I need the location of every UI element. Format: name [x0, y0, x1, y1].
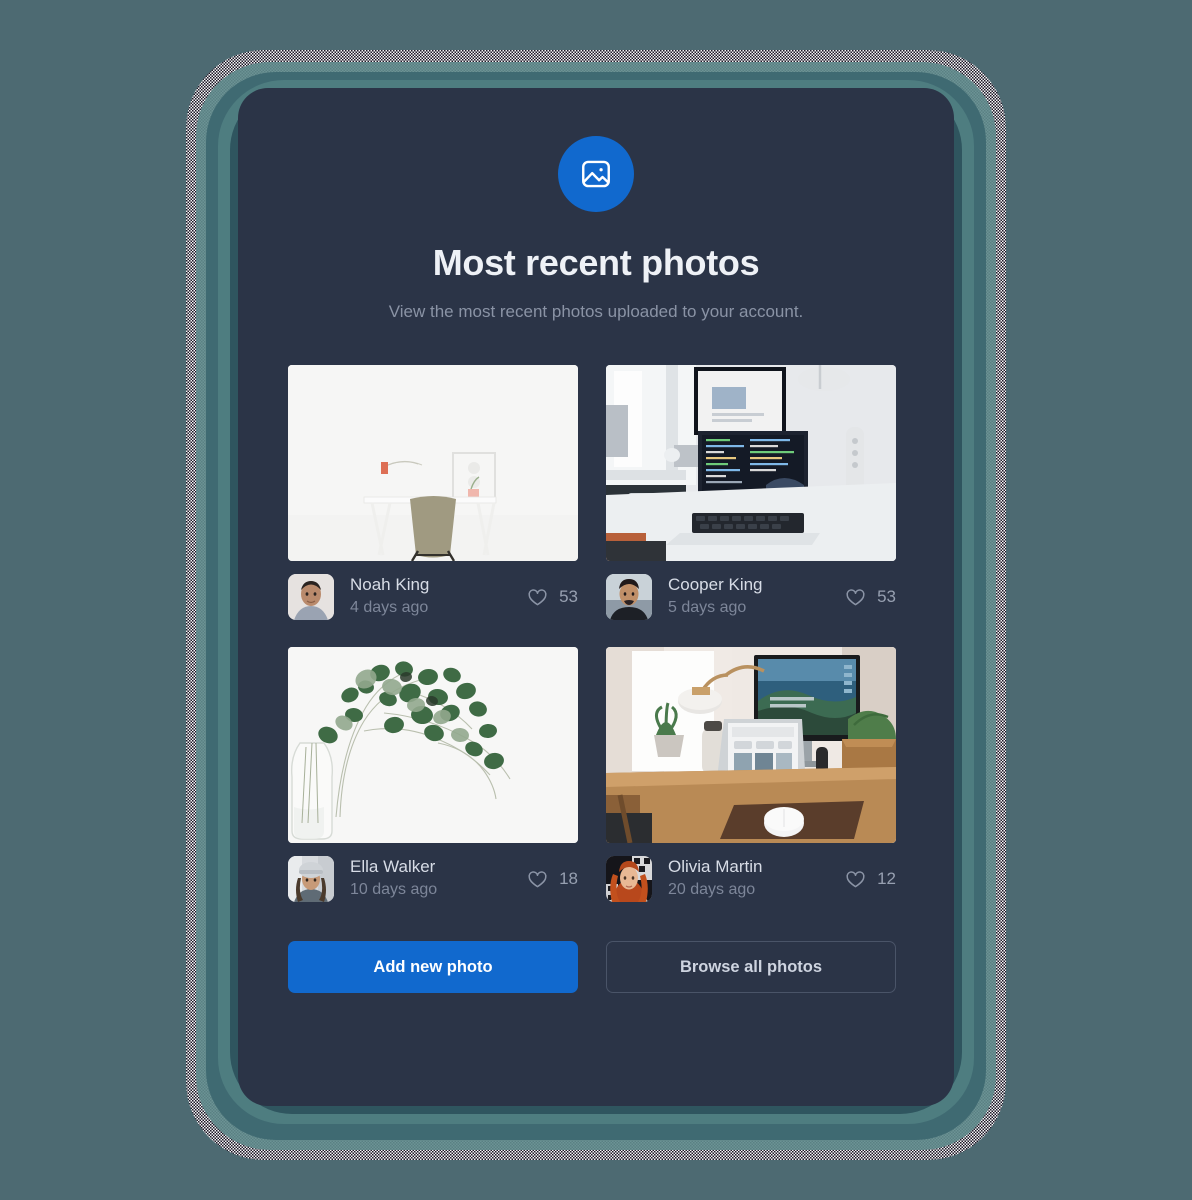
- photo-author: Noah King 4 days ago: [350, 574, 527, 621]
- page-title: Most recent photos: [432, 242, 760, 283]
- photo-card[interactable]: Ella Walker 10 days ago 18: [288, 647, 578, 903]
- image-icon-badge: [558, 136, 634, 212]
- photo-thumbnail-wooden-desk-setup[interactable]: [606, 647, 896, 843]
- author-name: Noah King: [350, 574, 430, 594]
- upload-time: 5 days ago: [668, 599, 747, 617]
- avatar: [288, 856, 334, 902]
- heart-icon[interactable]: [845, 869, 866, 890]
- heart-icon[interactable]: [845, 587, 866, 608]
- like-count: 18: [559, 869, 578, 888]
- photo-author: Ella Walker 10 days ago: [350, 856, 527, 903]
- like-count: 53: [559, 587, 578, 606]
- like-control[interactable]: 12: [845, 869, 896, 890]
- heart-icon[interactable]: [527, 587, 548, 608]
- photo-meta: Ella Walker 10 days ago 18: [288, 855, 578, 903]
- page-subtitle: View the most recent photos uploaded to …: [388, 302, 804, 321]
- photo-card[interactable]: Cooper King 5 days ago 53: [606, 365, 896, 621]
- photo-meta: Olivia Martin 20 days ago 12: [606, 855, 896, 903]
- author-name: Cooper King: [668, 574, 763, 594]
- photo-thumbnail-eucalyptus-vase[interactable]: [288, 647, 578, 843]
- image-icon: [579, 157, 613, 191]
- photo-meta: Noah King 4 days ago 53: [288, 573, 578, 621]
- upload-time: 20 days ago: [668, 881, 756, 899]
- photo-thumbnail-laptop-code[interactable]: [606, 365, 896, 561]
- like-count: 12: [877, 869, 896, 888]
- author-name: Olivia Martin: [668, 856, 763, 876]
- photo-grid: Noah King 4 days ago 53 Cooper King 5 da…: [288, 365, 904, 903]
- photo-author: Olivia Martin 20 days ago: [668, 856, 845, 903]
- avatar: [606, 574, 652, 620]
- like-control[interactable]: 53: [527, 587, 578, 608]
- browse-all-photos-button[interactable]: Browse all photos: [606, 941, 896, 993]
- photo-card[interactable]: Noah King 4 days ago 53: [288, 365, 578, 621]
- upload-time: 4 days ago: [350, 599, 429, 617]
- photo-card[interactable]: Olivia Martin 20 days ago 12: [606, 647, 896, 903]
- add-new-photo-button[interactable]: Add new photo: [288, 941, 578, 993]
- author-name: Ella Walker: [350, 856, 436, 876]
- photo-meta: Cooper King 5 days ago 53: [606, 573, 896, 621]
- avatar: [606, 856, 652, 902]
- like-control[interactable]: 53: [845, 587, 896, 608]
- upload-time: 10 days ago: [350, 881, 438, 899]
- heart-icon[interactable]: [527, 869, 548, 890]
- recent-photos-panel: Most recent photos View the most recent …: [238, 88, 954, 1106]
- photo-thumbnail-minimal-desk[interactable]: [288, 365, 578, 561]
- like-control[interactable]: 18: [527, 869, 578, 890]
- avatar: [288, 574, 334, 620]
- like-count: 53: [877, 587, 896, 606]
- action-bar: Add new photo Browse all photos: [288, 941, 904, 993]
- photo-author: Cooper King 5 days ago: [668, 574, 845, 621]
